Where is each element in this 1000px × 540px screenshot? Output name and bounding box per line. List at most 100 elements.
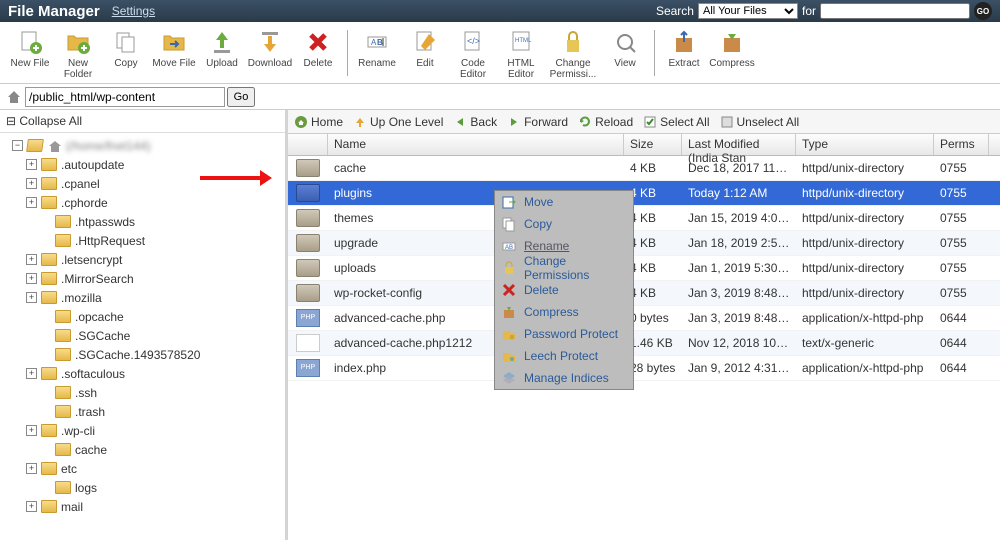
- file-row[interactable]: uploads4 KBJan 1, 2019 5:30 AMhttpd/unix…: [288, 256, 1000, 281]
- file-row[interactable]: wp-rocket-config4 KBJan 3, 2019 8:48 PMh…: [288, 281, 1000, 306]
- search-scope-select[interactable]: All Your Files: [698, 3, 798, 19]
- toolbar-delete[interactable]: Delete: [294, 26, 342, 80]
- col-modified[interactable]: Last Modified (India Stan: [682, 134, 796, 155]
- cell-perms: 0755: [934, 158, 989, 178]
- file-row[interactable]: PHPindex.php28 bytesJan 9, 2012 4:31 AMa…: [288, 356, 1000, 381]
- toolbar-change-permissions[interactable]: Change Permissi...: [545, 26, 601, 80]
- toolbar-html-editor[interactable]: HTMLHTML Editor: [497, 26, 545, 80]
- expander-icon[interactable]: −: [12, 140, 23, 151]
- toolbar-upload[interactable]: Upload: [198, 26, 246, 80]
- toolbar-rename[interactable]: ABRename: [353, 26, 401, 80]
- tree-label: etc: [61, 462, 77, 476]
- folder-icon: [55, 234, 71, 247]
- collapse-all-link[interactable]: ⊟ Collapse All: [0, 110, 285, 133]
- toolbar-download[interactable]: Download: [246, 26, 294, 80]
- tree-item[interactable]: +mail: [0, 497, 285, 516]
- expander-icon[interactable]: +: [26, 159, 37, 170]
- expander-icon[interactable]: +: [26, 197, 37, 208]
- tree-item[interactable]: cache: [0, 440, 285, 459]
- toolbar-new-file[interactable]: New File: [6, 26, 54, 80]
- col-perms[interactable]: Perms: [934, 134, 989, 155]
- cell-modified: Jan 1, 2019 5:30 AM: [682, 258, 796, 278]
- nav-up[interactable]: Up One Level: [353, 115, 443, 129]
- col-type[interactable]: Type: [796, 134, 934, 155]
- expander-icon[interactable]: +: [26, 273, 37, 284]
- search-go-button[interactable]: GO: [974, 2, 992, 20]
- tree-item[interactable]: .HttpRequest: [0, 231, 285, 250]
- file-row[interactable]: upgrade4 KBJan 18, 2019 2:52 AMhttpd/uni…: [288, 231, 1000, 256]
- col-name[interactable]: Name: [328, 134, 624, 155]
- toolbar-copy[interactable]: Copy: [102, 26, 150, 80]
- ctx-move[interactable]: Move: [495, 191, 633, 213]
- tree-item[interactable]: +.autoupdate: [0, 155, 285, 174]
- ctx-password-protect[interactable]: Password Protect: [495, 323, 633, 345]
- expander-icon[interactable]: +: [26, 463, 37, 474]
- tree-item[interactable]: +.MirrorSearch: [0, 269, 285, 288]
- tree-item[interactable]: +.letsencrypt: [0, 250, 285, 269]
- nav-back[interactable]: Back: [453, 115, 497, 129]
- toolbar-new-folder[interactable]: New Folder: [54, 26, 102, 80]
- path-input[interactable]: [25, 87, 225, 107]
- ctx-manage-indices[interactable]: Manage Indices: [495, 367, 633, 389]
- expander-icon[interactable]: +: [26, 501, 37, 512]
- expander-icon[interactable]: +: [26, 178, 37, 189]
- file-row[interactable]: plugins4 KBToday 1:12 AMhttpd/unix-direc…: [288, 181, 1000, 206]
- file-row[interactable]: PHPadvanced-cache.php0 bytesJan 3, 2019 …: [288, 306, 1000, 331]
- toolbar-move-file[interactable]: Move File: [150, 26, 198, 80]
- ctx-compress[interactable]: Compress: [495, 301, 633, 323]
- main-toolbar: New FileNew FolderCopyMove FileUploadDow…: [0, 22, 1000, 84]
- tree-item[interactable]: +.mozilla: [0, 288, 285, 307]
- expander-icon[interactable]: +: [26, 425, 37, 436]
- toolbar-code-editor[interactable]: </>Code Editor: [449, 26, 497, 80]
- file-row[interactable]: advanced-cache.php12121.46 KBNov 12, 201…: [288, 331, 1000, 356]
- nav-unselect-all[interactable]: Unselect All: [720, 115, 800, 129]
- ctx-copy[interactable]: Copy: [495, 213, 633, 235]
- col-size[interactable]: Size: [624, 134, 682, 155]
- svg-text:AB: AB: [505, 245, 513, 251]
- settings-link[interactable]: Settings: [112, 4, 155, 18]
- header-bar: File Manager Settings Search All Your Fi…: [0, 0, 1000, 22]
- tree-item[interactable]: +.cphorde: [0, 193, 285, 212]
- folder-icon: [41, 196, 57, 209]
- tree-root[interactable]: − (/home/fnet144): [0, 136, 285, 155]
- toolbar-view[interactable]: View: [601, 26, 649, 80]
- tree-label: .SGCache: [75, 329, 130, 343]
- file-row[interactable]: themes4 KBJan 15, 2019 4:00 PMhttpd/unix…: [288, 206, 1000, 231]
- col-icon[interactable]: [288, 134, 328, 155]
- tree-item[interactable]: +.wp-cli: [0, 421, 285, 440]
- toolbar-extract[interactable]: Extract: [660, 26, 708, 80]
- home-icon: [6, 89, 22, 105]
- tree-item[interactable]: .htpasswds: [0, 212, 285, 231]
- cell-type: httpd/unix-directory: [796, 183, 934, 203]
- expander-icon[interactable]: +: [26, 292, 37, 303]
- view-icon: [611, 28, 639, 56]
- ctx-delete[interactable]: Delete: [495, 279, 633, 301]
- folder-icon: [55, 329, 71, 342]
- search-input[interactable]: [820, 3, 970, 19]
- tree-item[interactable]: .SGCache: [0, 326, 285, 345]
- cell-modified: Jan 9, 2012 4:31 AM: [682, 358, 796, 378]
- tree-item[interactable]: + etc: [0, 459, 285, 478]
- tree-item[interactable]: .trash: [0, 402, 285, 421]
- tree-item[interactable]: .ssh: [0, 383, 285, 402]
- expander-icon[interactable]: +: [26, 254, 37, 265]
- toolbar-compress[interactable]: Compress: [708, 26, 756, 80]
- expander-icon[interactable]: +: [26, 368, 37, 379]
- cell-type: application/x-httpd-php: [796, 308, 934, 328]
- tree-item[interactable]: +.softaculous: [0, 364, 285, 383]
- folder-icon: [41, 158, 57, 171]
- nav-select-all[interactable]: Select All: [643, 115, 709, 129]
- file-row[interactable]: cache4 KBDec 18, 2017 11:51 AMhttpd/unix…: [288, 156, 1000, 181]
- tree-item[interactable]: .SGCache.1493578520: [0, 345, 285, 364]
- tree-item[interactable]: .opcache: [0, 307, 285, 326]
- ctx-label: Delete: [524, 283, 559, 297]
- tree-label: .htpasswds: [75, 215, 135, 229]
- nav-home[interactable]: Home: [294, 115, 343, 129]
- tree-item[interactable]: logs: [0, 478, 285, 497]
- go-button[interactable]: Go: [227, 87, 255, 107]
- ctx-leech-protect[interactable]: Leech Protect: [495, 345, 633, 367]
- toolbar-edit[interactable]: Edit: [401, 26, 449, 80]
- nav-forward[interactable]: Forward: [507, 115, 568, 129]
- ctx-change-permissions[interactable]: Change Permissions: [495, 257, 633, 279]
- nav-reload[interactable]: Reload: [578, 115, 633, 129]
